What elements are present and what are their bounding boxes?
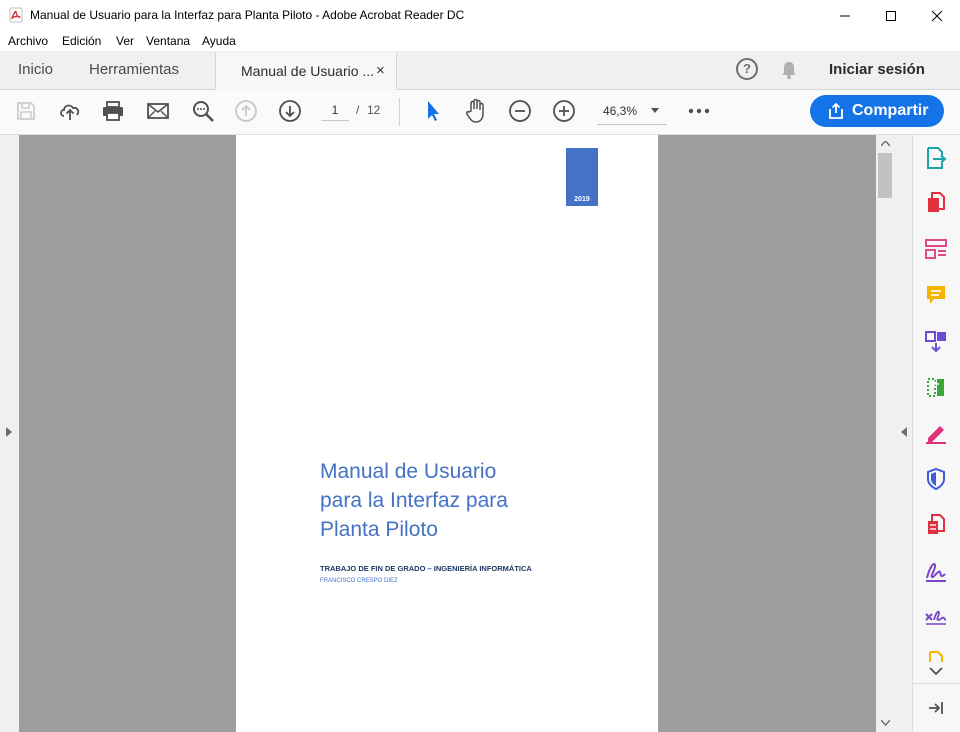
- chevron-down-icon: [651, 108, 659, 113]
- sign-x-icon[interactable]: [923, 604, 949, 630]
- chevron-left-icon: [901, 427, 907, 437]
- document-subtitle: TRABAJO DE FIN DE GRADO – INGENIERÍA INF…: [320, 564, 532, 573]
- right-panel-toggle[interactable]: [894, 135, 913, 732]
- document-title-line: Manual de Usuario: [320, 460, 497, 483]
- create-pdf-icon[interactable]: [923, 190, 949, 216]
- vertical-scrollbar[interactable]: [876, 135, 894, 732]
- close-window-button[interactable]: [914, 0, 960, 31]
- panel-divider: [913, 683, 960, 684]
- fill-sign-icon[interactable]: [923, 420, 949, 446]
- menu-archivo[interactable]: Archivo: [8, 34, 48, 48]
- export-pdf-icon[interactable]: [923, 145, 949, 171]
- request-signature-icon[interactable]: [923, 558, 949, 584]
- help-icon[interactable]: ?: [736, 58, 758, 80]
- document-author: FRANCISCO CRESPO DIEZ: [320, 578, 398, 584]
- toolbar-divider: [399, 98, 400, 126]
- cloud-upload-icon[interactable]: [57, 98, 83, 124]
- compress-pdf-icon[interactable]: [923, 512, 949, 538]
- menu-edicion[interactable]: Edición: [62, 34, 101, 48]
- page-number-input[interactable]: 1: [321, 103, 349, 121]
- zoom-select[interactable]: 46,3%: [597, 98, 667, 125]
- document-title: Manual de Usuario para la Interfaz para …: [320, 457, 508, 544]
- print-icon[interactable]: [100, 98, 126, 124]
- more-tools-partial-icon: [923, 650, 949, 662]
- window-title: Manual de Usuario para la Interfaz para …: [30, 8, 465, 22]
- document-title-line: para la Interfaz para: [320, 489, 508, 512]
- search-icon[interactable]: [190, 98, 216, 124]
- document-canvas: 2019 Manual de Usuario para la Interfaz …: [19, 135, 876, 732]
- acrobat-app-icon: [8, 7, 24, 23]
- tab-document-label: Manual de Usuario ...: [241, 63, 375, 79]
- year-block: 2019: [566, 148, 598, 206]
- menu-ver[interactable]: Ver: [116, 34, 134, 48]
- menu-ventana[interactable]: Ventana: [146, 34, 190, 48]
- document-title-line: Planta Piloto: [320, 518, 438, 541]
- share-button[interactable]: Compartir: [810, 95, 944, 127]
- chevron-right-icon: [6, 427, 12, 437]
- next-page-icon[interactable]: [277, 98, 303, 124]
- tools-panel: [913, 135, 960, 732]
- select-cursor-icon[interactable]: [420, 98, 446, 124]
- page-separator: /: [356, 103, 360, 117]
- tab-inicio[interactable]: Inicio: [18, 51, 53, 89]
- previous-page-icon[interactable]: [233, 98, 259, 124]
- signin-link[interactable]: Iniciar sesión: [829, 51, 925, 89]
- hand-tool-icon[interactable]: [463, 98, 489, 124]
- chevron-down-icon[interactable]: [923, 663, 949, 679]
- zoom-in-icon[interactable]: [551, 98, 577, 124]
- email-icon[interactable]: [145, 98, 171, 124]
- maximize-button[interactable]: [868, 0, 914, 31]
- menu-ayuda[interactable]: Ayuda: [202, 34, 236, 48]
- share-icon: [829, 102, 843, 119]
- scroll-thumb[interactable]: [878, 153, 892, 198]
- tab-herramientas[interactable]: Herramientas: [89, 51, 179, 89]
- menu-bar: Archivo Edición Ver Ventana Ayuda: [0, 31, 960, 51]
- year-label: 2019: [574, 196, 590, 203]
- protect-shield-icon[interactable]: [923, 466, 949, 492]
- organize-pages-icon[interactable]: [923, 374, 949, 400]
- page-total: 12: [367, 103, 381, 117]
- left-panel-toggle[interactable]: [0, 135, 19, 732]
- tab-document[interactable]: Manual de Usuario ... ×: [215, 52, 397, 90]
- more-options-icon[interactable]: [686, 98, 712, 124]
- bell-icon[interactable]: [778, 59, 800, 81]
- scroll-up-icon[interactable]: [881, 141, 890, 147]
- share-label: Compartir: [852, 102, 929, 119]
- zoom-value: 46,3%: [603, 104, 638, 118]
- tab-bar: Inicio Herramientas Manual de Usuario ..…: [0, 51, 960, 90]
- zoom-out-icon[interactable]: [507, 98, 533, 124]
- title-bar: Manual de Usuario para la Interfaz para …: [0, 0, 960, 31]
- combine-files-icon[interactable]: [923, 328, 949, 354]
- document-page: 2019 Manual de Usuario para la Interfaz …: [236, 135, 658, 732]
- collapse-panel-icon[interactable]: [923, 695, 949, 721]
- edit-pdf-icon[interactable]: [923, 236, 949, 262]
- save-icon[interactable]: [13, 98, 39, 124]
- minimize-button[interactable]: [822, 0, 868, 31]
- scroll-down-icon[interactable]: [881, 720, 890, 726]
- comment-icon[interactable]: [923, 282, 949, 308]
- close-tab-icon[interactable]: ×: [376, 52, 385, 90]
